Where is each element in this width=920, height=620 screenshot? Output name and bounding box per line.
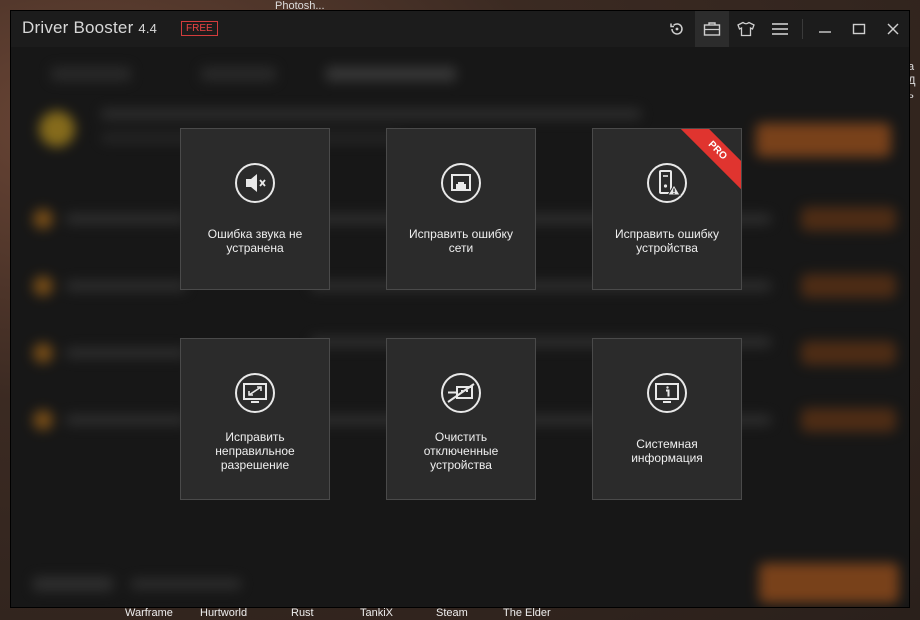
blurred-text-line (66, 415, 186, 425)
desktop-icon-label[interactable]: Steam (436, 607, 468, 619)
title-bar: Driver Booster 4.4 FREE (11, 11, 909, 47)
desktop-icon-label[interactable]: The Elder (503, 607, 551, 619)
skin-button[interactable] (729, 11, 763, 47)
blurred-text-line (66, 281, 186, 291)
close-button[interactable] (876, 11, 909, 47)
tool-card-label: Исправить ошибку сети (409, 227, 513, 255)
blurred-tab (51, 67, 131, 81)
desktop-icon-labels: Warframe Hurtworld Rust TankiX Steam The… (0, 607, 920, 620)
blurred-tab (326, 67, 456, 81)
network-icon (441, 163, 481, 203)
blurred-text-line (66, 348, 186, 358)
blurred-footer-text (131, 579, 241, 589)
tool-card-label: Очистить отключенные устройства (423, 430, 499, 472)
blurred-row-button (801, 207, 896, 231)
driver-booster-window: Driver Booster 4.4 FREE Ошибка звука не … (10, 10, 910, 608)
blurred-row-button (801, 274, 896, 298)
tool-card-clean-disconnected[interactable]: Очистить отключенные устройства (386, 338, 536, 500)
sound-muted-icon (235, 163, 275, 203)
blurred-text-line (66, 214, 186, 224)
tool-card-network-fix[interactable]: Исправить ошибку сети (386, 128, 536, 290)
app-version: 4.4 (138, 21, 158, 36)
maximize-button[interactable] (842, 11, 876, 47)
maximize-icon (852, 23, 866, 35)
system-info-icon (647, 373, 687, 413)
blurred-row-icon (33, 209, 53, 229)
blurred-row-button (801, 408, 896, 432)
desktop-icon-label[interactable]: Rust (291, 607, 314, 619)
tool-card-device-fix[interactable]: Исправить ошибку устройства PRO (592, 128, 742, 290)
blurred-update-button (756, 123, 891, 157)
disconnected-device-icon (441, 373, 481, 413)
desktop-icon-label[interactable]: TankiX (360, 607, 393, 619)
close-icon (887, 23, 899, 35)
blurred-row-icon (33, 410, 53, 430)
tool-card-label: Исправить ошибку устройства (615, 227, 719, 255)
free-badge: FREE (181, 21, 218, 36)
skin-shirt-icon (737, 21, 755, 37)
tool-card-sound-fix[interactable]: Ошибка звука не устранена (180, 128, 330, 290)
tool-card-system-info[interactable]: Системная информация (592, 338, 742, 500)
tool-card-label: Ошибка звука не устранена (207, 227, 303, 255)
toolbar-separator (802, 19, 803, 39)
resolution-icon (235, 373, 275, 413)
toolbox-button[interactable] (695, 11, 729, 47)
device-warning-icon (647, 163, 687, 203)
blurred-row-icon (33, 343, 53, 363)
tool-card-label: Системная информация (631, 437, 703, 465)
minimize-button[interactable] (808, 11, 842, 47)
restore-button[interactable] (660, 11, 694, 47)
blurred-status-circle (39, 111, 75, 147)
desktop-icon-label[interactable]: Warframe (125, 607, 173, 619)
blurred-row-button (801, 341, 896, 365)
blurred-footer-text (33, 577, 113, 591)
app-name: Driver Booster (22, 18, 134, 37)
blurred-row-icon (33, 276, 53, 296)
tool-card-resolution-fix[interactable]: Исправить неправильное разрешение (180, 338, 330, 500)
menu-button[interactable] (763, 11, 797, 47)
tool-card-label: Исправить неправильное разрешение (215, 430, 295, 472)
desktop-icon-label[interactable]: Hurtworld (200, 607, 247, 619)
blurred-scan-button (759, 563, 899, 603)
menu-icon (772, 23, 788, 35)
blurred-text-line (101, 109, 641, 119)
toolbox-icon (703, 22, 721, 36)
restore-icon (670, 23, 683, 35)
app-title: Driver Booster 4.4 (22, 18, 157, 38)
minimize-icon (819, 31, 831, 33)
blurred-tab (201, 67, 276, 81)
